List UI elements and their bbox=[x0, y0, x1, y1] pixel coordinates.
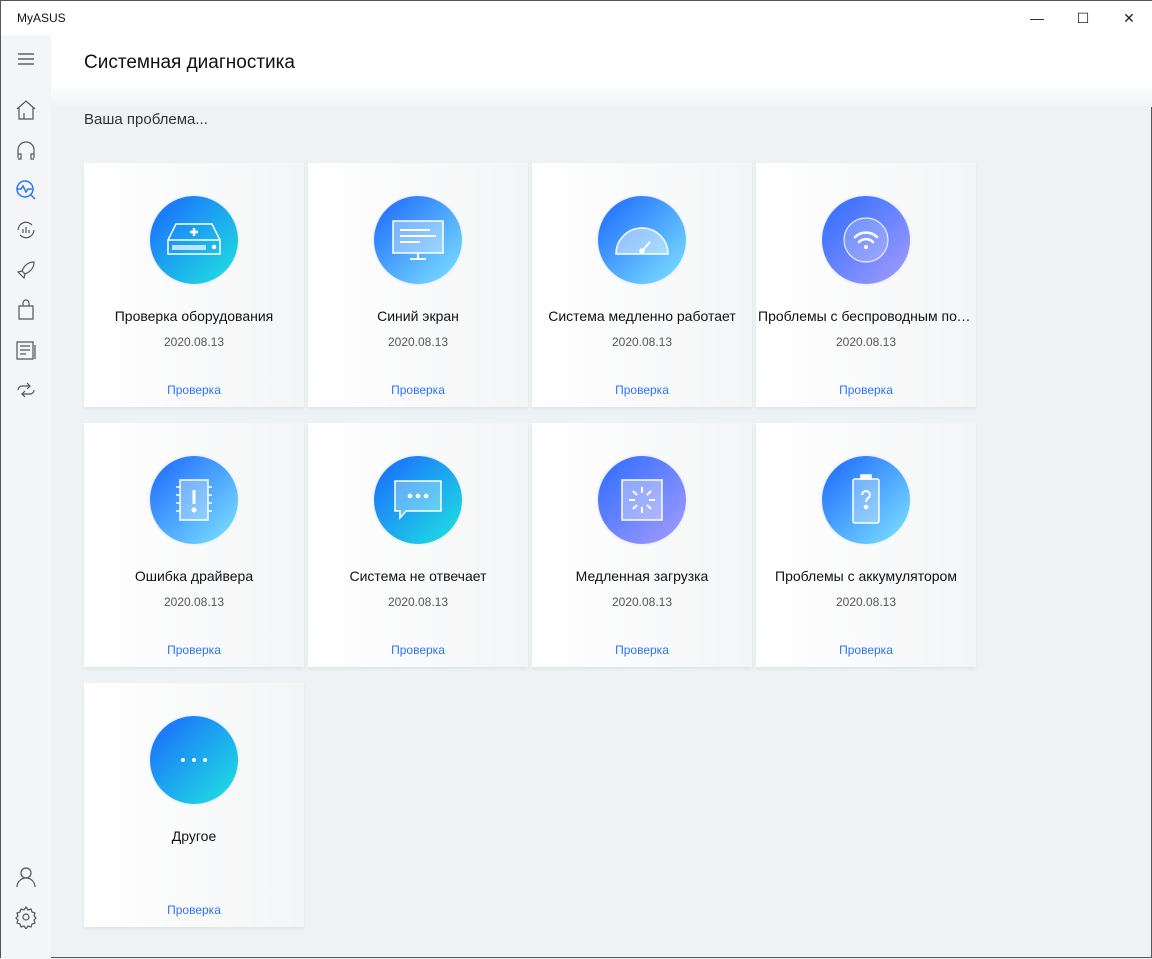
loading-icon bbox=[596, 454, 688, 546]
card-slow-system[interactable]: Система медленно работает 2020.08.13 Про… bbox=[532, 163, 752, 407]
monitor-icon bbox=[372, 194, 464, 286]
speedometer-icon bbox=[596, 194, 688, 286]
maximize-button[interactable]: ☐ bbox=[1060, 1, 1106, 35]
check-link[interactable]: Проверка bbox=[84, 643, 304, 657]
check-link[interactable]: Проверка bbox=[756, 643, 976, 657]
wifi-icon bbox=[820, 194, 912, 286]
card-date: 2020.08.13 bbox=[611, 595, 673, 609]
battery-question-icon bbox=[820, 454, 912, 546]
check-link[interactable]: Проверка bbox=[756, 383, 976, 397]
home-icon[interactable] bbox=[14, 98, 38, 122]
news-icon[interactable] bbox=[14, 338, 38, 362]
card-title: Проблемы с беспроводным под... bbox=[758, 308, 976, 324]
check-link[interactable]: Проверка bbox=[308, 383, 528, 397]
user-icon[interactable] bbox=[14, 865, 38, 889]
card-date: 2020.08.13 bbox=[387, 335, 449, 349]
card-date: 2020.08.13 bbox=[163, 595, 225, 609]
check-link[interactable]: Проверка bbox=[532, 383, 752, 397]
page-title: Системная диагностика bbox=[84, 52, 295, 73]
menu-icon[interactable] bbox=[14, 47, 38, 71]
card-title: Ошибка драйвера bbox=[134, 568, 254, 584]
app-title: MyASUS bbox=[17, 11, 66, 25]
card-not-responding[interactable]: Система не отвечает 2020.08.13 Проверка bbox=[308, 423, 528, 667]
card-title: Другое bbox=[171, 828, 217, 844]
card-title: Проверка оборудования bbox=[114, 308, 274, 324]
diagnostics-icon[interactable] bbox=[14, 178, 38, 202]
card-blue-screen[interactable]: Синий экран 2020.08.13 Проверка bbox=[308, 163, 528, 407]
card-title: Синий экран bbox=[377, 308, 459, 324]
close-button[interactable]: ✕ bbox=[1106, 1, 1152, 35]
card-date: 2020.08.13 bbox=[611, 335, 673, 349]
card-date: 2020.08.13 bbox=[835, 595, 897, 609]
shopping-bag-icon[interactable] bbox=[14, 298, 38, 322]
hard-drive-icon bbox=[148, 194, 240, 286]
card-date: 2020.08.13 bbox=[387, 595, 449, 609]
check-link[interactable]: Проверка bbox=[308, 643, 528, 657]
settings-icon[interactable] bbox=[14, 905, 38, 929]
check-link[interactable]: Проверка bbox=[532, 643, 752, 657]
card-driver-error[interactable]: Ошибка драйвера 2020.08.13 Проверка bbox=[84, 423, 304, 667]
card-wireless[interactable]: Проблемы с беспроводным под... 2020.08.1… bbox=[756, 163, 976, 407]
card-battery[interactable]: Проблемы с аккумулятором 2020.08.13 Пров… bbox=[756, 423, 976, 667]
chip-warning-icon bbox=[148, 454, 240, 546]
card-hardware-check[interactable]: Проверка оборудования 2020.08.13 Проверк… bbox=[84, 163, 304, 407]
card-other[interactable]: Другое Проверка bbox=[84, 683, 304, 927]
card-title: Проблемы с аккумулятором bbox=[775, 568, 957, 584]
card-slow-boot[interactable]: Медленная загрузка 2020.08.13 Проверка bbox=[532, 423, 752, 667]
headset-icon[interactable] bbox=[14, 138, 38, 162]
check-link[interactable]: Проверка bbox=[84, 383, 304, 397]
optimization-icon[interactable] bbox=[14, 218, 38, 242]
card-title: Система медленно работает bbox=[548, 308, 736, 324]
message-screen-icon bbox=[372, 454, 464, 546]
page-subtitle: Ваша проблема... bbox=[84, 111, 208, 128]
card-title: Система не отвечает bbox=[349, 568, 487, 584]
card-date: 2020.08.13 bbox=[163, 335, 225, 349]
check-link[interactable]: Проверка bbox=[84, 903, 304, 917]
card-title: Медленная загрузка bbox=[575, 568, 709, 584]
sidebar bbox=[1, 35, 51, 959]
minimize-button[interactable]: — bbox=[1014, 1, 1060, 35]
rocket-icon[interactable] bbox=[14, 258, 38, 282]
title-bar: MyASUS — ☐ ✕ bbox=[1, 1, 1152, 35]
more-icon bbox=[148, 714, 240, 806]
link-icon[interactable] bbox=[14, 378, 38, 402]
card-date: 2020.08.13 bbox=[835, 335, 897, 349]
